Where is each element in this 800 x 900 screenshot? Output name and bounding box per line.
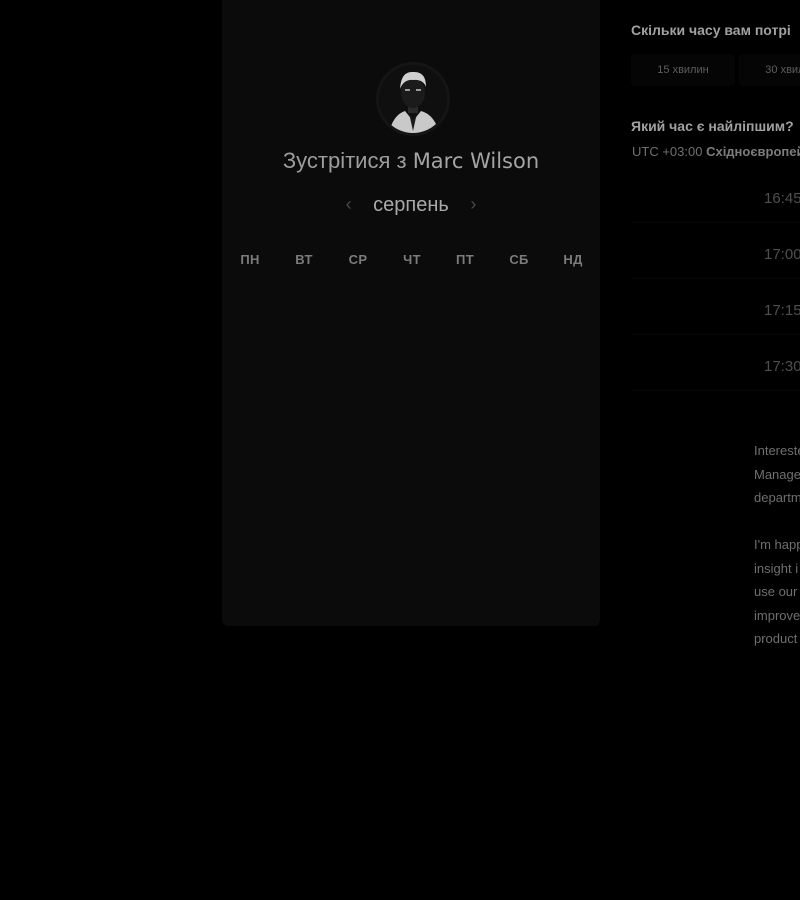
description-paragraph-2: I'm happy insight i use our improve prod… — [754, 533, 800, 651]
description-line: Interested — [754, 443, 800, 458]
weekday-thu: ЧТ — [403, 252, 421, 267]
calendar-card: Зустрітися з Marc Wilson ‹ серпень › ПН … — [222, 0, 600, 626]
weekday-sun: НД — [563, 252, 583, 267]
description-line: insight i — [754, 560, 799, 576]
description-line: improve — [754, 607, 800, 623]
booking-page: Зустрітися з Marc Wilson ‹ серпень › ПН … — [0, 0, 800, 900]
weekday-tue: ВТ — [295, 252, 313, 267]
timezone-offset: UTC +03:00 — [632, 144, 703, 159]
duration-options: 15 хвилин 30 хвилин — [631, 54, 800, 88]
time-question: Який час є найліпшим? — [631, 118, 794, 134]
description-line: product — [754, 631, 798, 646]
weekday-fri: ПТ — [456, 252, 474, 267]
time-slot[interactable]: 17:15 — [631, 288, 800, 335]
time-slot-label: 17:00 — [764, 246, 800, 263]
description-paragraph-1: Interested Manager departme — [754, 439, 800, 510]
time-slot[interactable]: 17:00 — [631, 232, 800, 279]
description-line: Manager — [754, 466, 800, 482]
host-name: Marc Wilson — [412, 149, 540, 173]
weekday-sat: СБ — [509, 252, 529, 267]
host-avatar — [376, 62, 450, 136]
time-slot-label: 17:30 — [764, 358, 800, 375]
weekday-mon: ПН — [240, 252, 260, 267]
time-slot-label: 16:45 — [764, 190, 800, 207]
chevron-left-icon[interactable]: ‹ — [346, 194, 352, 215]
duration-option-30[interactable]: 30 хвилин — [739, 54, 800, 86]
booking-options: Скільки часу вам потрі 15 хвилин 30 хвил… — [631, 0, 800, 900]
time-slot-label: 17:15 — [764, 302, 800, 319]
meeting-title: Зустрітися з Marc Wilson — [222, 148, 600, 174]
month-label: серпень — [373, 194, 449, 216]
description-line: departme — [754, 490, 800, 505]
timezone-name: Східноєвропейський — [706, 144, 800, 159]
chevron-right-icon[interactable]: › — [470, 194, 476, 215]
month-navigation: ‹ серпень › — [222, 194, 600, 217]
timezone-selector[interactable]: UTC +03:00 Східноєвропейський — [632, 144, 800, 159]
duration-question: Скільки часу вам потрі — [631, 22, 791, 38]
weekday-wed: СР — [348, 252, 368, 267]
time-slot[interactable]: 16:45 — [631, 176, 800, 223]
meeting-title-prefix: Зустрітися з — [282, 148, 407, 173]
description-line: I'm happy — [754, 537, 800, 552]
duration-option-15[interactable]: 15 хвилин — [631, 54, 735, 86]
time-slot[interactable]: 17:30 — [631, 344, 800, 391]
description-line: use our — [754, 584, 798, 599]
